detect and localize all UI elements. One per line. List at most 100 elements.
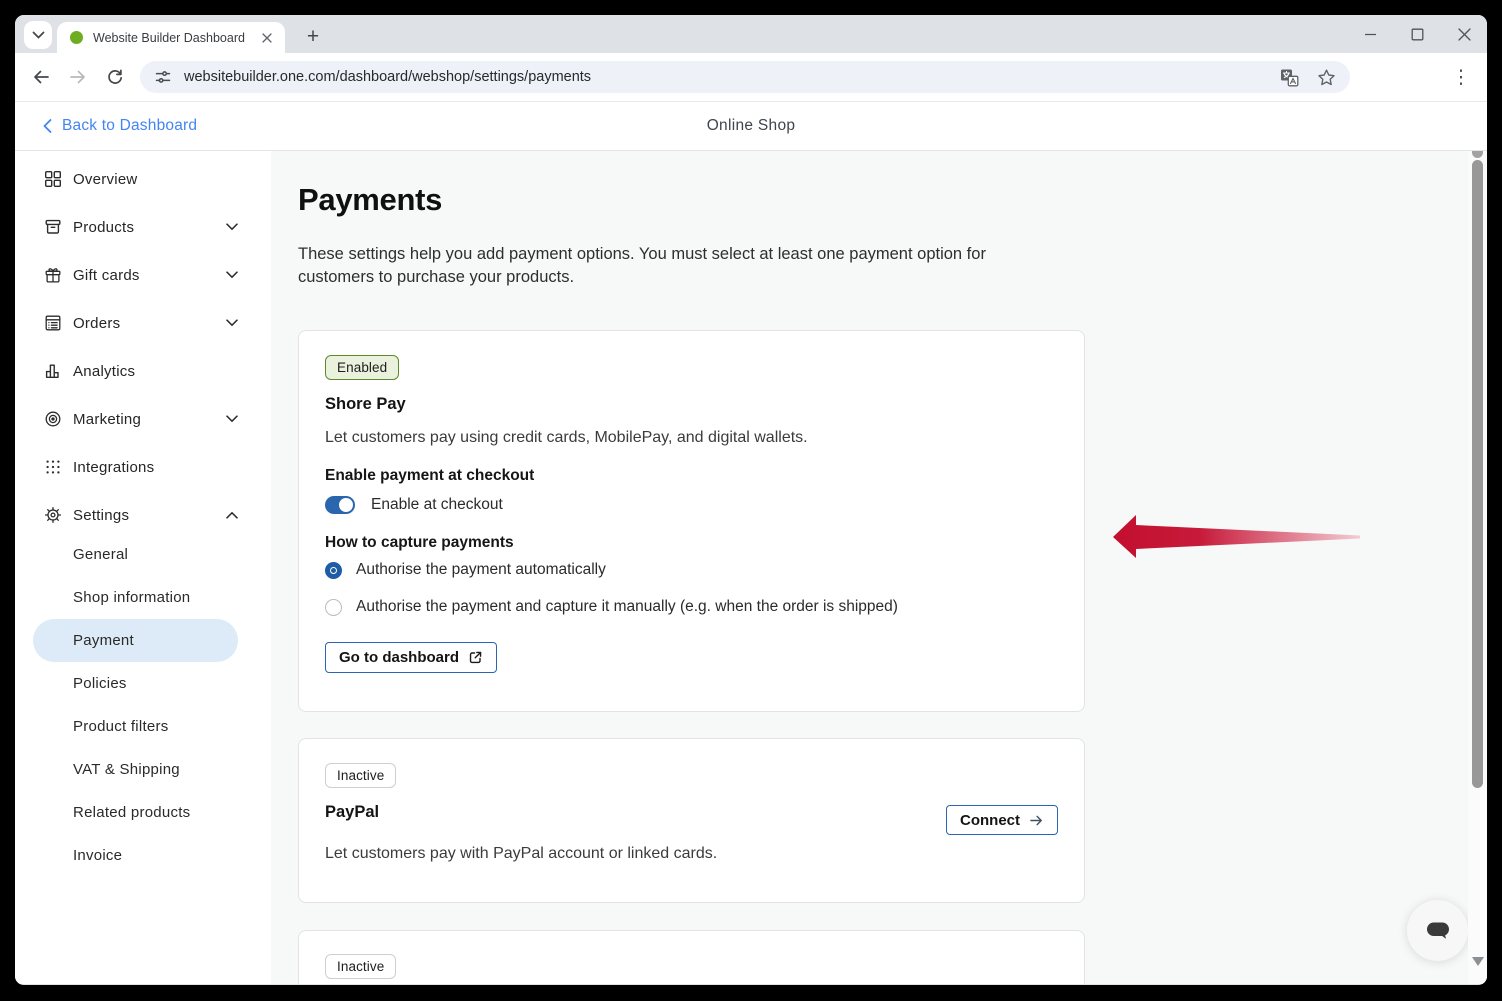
minimize-button[interactable]: [1361, 25, 1379, 43]
sidebar-item-vat-shipping[interactable]: VAT & Shipping: [15, 748, 271, 791]
gift-icon: [44, 266, 62, 284]
sub-item-label: General: [73, 546, 128, 563]
sidebar-item-shop-information[interactable]: Shop information: [15, 576, 271, 619]
sub-item-label: Product filters: [73, 718, 168, 735]
radio-label: Authorise the payment and capture it man…: [356, 598, 898, 616]
connect-label: Connect: [960, 812, 1020, 829]
browser-toolbar: websitebuilder.one.com/dashboard/webshop…: [15, 53, 1487, 102]
sidebar-item-payment[interactable]: Payment: [15, 619, 271, 662]
sub-item-label: Shop information: [73, 589, 190, 606]
sidebar-item-label: Orders: [73, 315, 120, 332]
provider-card-shorepay: Enabled Shore Pay Let customers pay usin…: [298, 330, 1085, 712]
list-icon: [44, 314, 62, 332]
tab-search-button[interactable]: [24, 21, 52, 49]
url-bar[interactable]: websitebuilder.one.com/dashboard/webshop…: [140, 61, 1350, 93]
scrollbar-down-arrow-icon[interactable]: [1472, 957, 1484, 966]
gear-icon: [44, 506, 62, 524]
go-to-dashboard-label: Go to dashboard: [339, 649, 459, 666]
tab-favicon: [70, 31, 83, 44]
browser-tab[interactable]: Website Builder Dashboard: [57, 22, 285, 53]
dots-grid-icon: [44, 458, 62, 476]
sidebar-item-settings[interactable]: Settings: [15, 491, 271, 539]
sub-item-label: Policies: [73, 675, 127, 692]
bar-chart-icon: [44, 362, 62, 380]
provider-description: Let customers pay using credit cards, Mo…: [325, 429, 808, 447]
enable-checkout-toggle[interactable]: [325, 496, 355, 514]
new-tab-button[interactable]: +: [298, 22, 328, 52]
sidebar-item-related-products[interactable]: Related products: [15, 791, 271, 834]
url-text: websitebuilder.one.com/dashboard/webshop…: [184, 69, 1280, 85]
sub-item-label: Payment: [73, 632, 134, 649]
site-settings-icon[interactable]: [154, 68, 172, 86]
sidebar-item-label: Overview: [73, 171, 138, 188]
radio-selected-icon[interactable]: [325, 562, 342, 579]
screenshot-stage: Website Builder Dashboard +: [0, 0, 1502, 1001]
provider-name: PayPal: [325, 803, 379, 822]
status-badge: Inactive: [325, 763, 396, 788]
back-icon[interactable]: [30, 66, 52, 88]
radio-unselected-icon[interactable]: [325, 599, 342, 616]
sidebar-item-label: Products: [73, 219, 134, 236]
omnibox-actions: [1280, 68, 1336, 87]
sidebar-item-invoice[interactable]: Invoice: [15, 834, 271, 877]
browser-menu-icon[interactable]: ⋮: [1446, 61, 1476, 93]
provider-description: Let customers pay with PayPal account or…: [325, 845, 717, 863]
sub-item-label: VAT & Shipping: [73, 761, 180, 778]
toggle-knob: [339, 498, 353, 512]
chevron-down-icon: [32, 31, 45, 40]
app-top-bar: Back to Dashboard Online Shop: [15, 102, 1487, 151]
sidebar-item-analytics[interactable]: Analytics: [15, 347, 271, 395]
tab-close-icon[interactable]: [258, 29, 275, 46]
sidebar-item-orders[interactable]: Orders: [15, 299, 271, 347]
forward-icon[interactable]: [67, 66, 89, 88]
app-body: Overview Products Gift cards O: [15, 151, 1487, 984]
sidebar-item-products[interactable]: Products: [15, 203, 271, 251]
sidebar-item-gift-cards[interactable]: Gift cards: [15, 251, 271, 299]
chat-widget-button[interactable]: [1407, 900, 1468, 961]
status-badge: Enabled: [325, 355, 399, 380]
sidebar-item-integrations[interactable]: Integrations: [15, 443, 271, 491]
provider-card-partial: Inactive: [298, 930, 1085, 984]
sub-item-label: Related products: [73, 804, 190, 821]
sidebar-item-label: Settings: [73, 507, 129, 524]
connect-button[interactable]: Connect: [946, 805, 1058, 835]
sidebar: Overview Products Gift cards O: [15, 151, 271, 984]
scrollbar-track[interactable]: [1468, 151, 1487, 984]
box-icon: [44, 218, 62, 236]
sub-item-label: Invoice: [73, 847, 122, 864]
tab-strip: Website Builder Dashboard +: [15, 15, 1487, 53]
chevron-down-icon: [226, 271, 238, 279]
tab-title: Website Builder Dashboard: [93, 31, 258, 45]
back-to-dashboard-link[interactable]: Back to Dashboard: [43, 102, 197, 150]
close-button[interactable]: [1455, 25, 1473, 43]
provider-card-paypal: Inactive PayPal Connect Let customers pa…: [298, 738, 1085, 903]
sidebar-item-label: Analytics: [73, 363, 135, 380]
sidebar-item-product-filters[interactable]: Product filters: [15, 705, 271, 748]
capture-payments-label: How to capture payments: [325, 534, 514, 552]
sidebar-item-label: Marketing: [73, 411, 141, 428]
bookmark-star-icon[interactable]: [1317, 68, 1336, 87]
sidebar-item-policies[interactable]: Policies: [15, 662, 271, 705]
page-intro: These settings help you add payment opti…: [298, 243, 1004, 289]
sidebar-nav: Overview Products Gift cards O: [15, 151, 271, 877]
maximize-button[interactable]: [1408, 25, 1426, 43]
chat-bubble-icon: [1424, 919, 1452, 943]
toggle-label: Enable at checkout: [371, 496, 503, 514]
sidebar-item-overview[interactable]: Overview: [15, 155, 271, 203]
translate-icon[interactable]: [1280, 68, 1299, 87]
reload-icon[interactable]: [104, 66, 126, 88]
enable-at-checkout-row: Enable at checkout: [325, 496, 503, 514]
radio-label: Authorise the payment automatically: [356, 561, 606, 579]
settings-sub-nav: General Shop information Payment Policie…: [15, 533, 271, 877]
chevron-up-icon: [226, 511, 238, 519]
capture-option-manual[interactable]: Authorise the payment and capture it man…: [325, 598, 898, 616]
scrollbar-top-nub[interactable]: [1472, 151, 1483, 158]
sidebar-item-marketing[interactable]: Marketing: [15, 395, 271, 443]
chevron-left-icon: [43, 119, 52, 133]
capture-option-automatic[interactable]: Authorise the payment automatically: [325, 561, 606, 579]
window-controls: [1361, 15, 1473, 53]
go-to-dashboard-button[interactable]: Go to dashboard: [325, 642, 497, 673]
scrollbar-thumb[interactable]: [1472, 160, 1483, 788]
main-content: Payments These settings help you add pay…: [271, 151, 1487, 984]
sidebar-item-general[interactable]: General: [15, 533, 271, 576]
